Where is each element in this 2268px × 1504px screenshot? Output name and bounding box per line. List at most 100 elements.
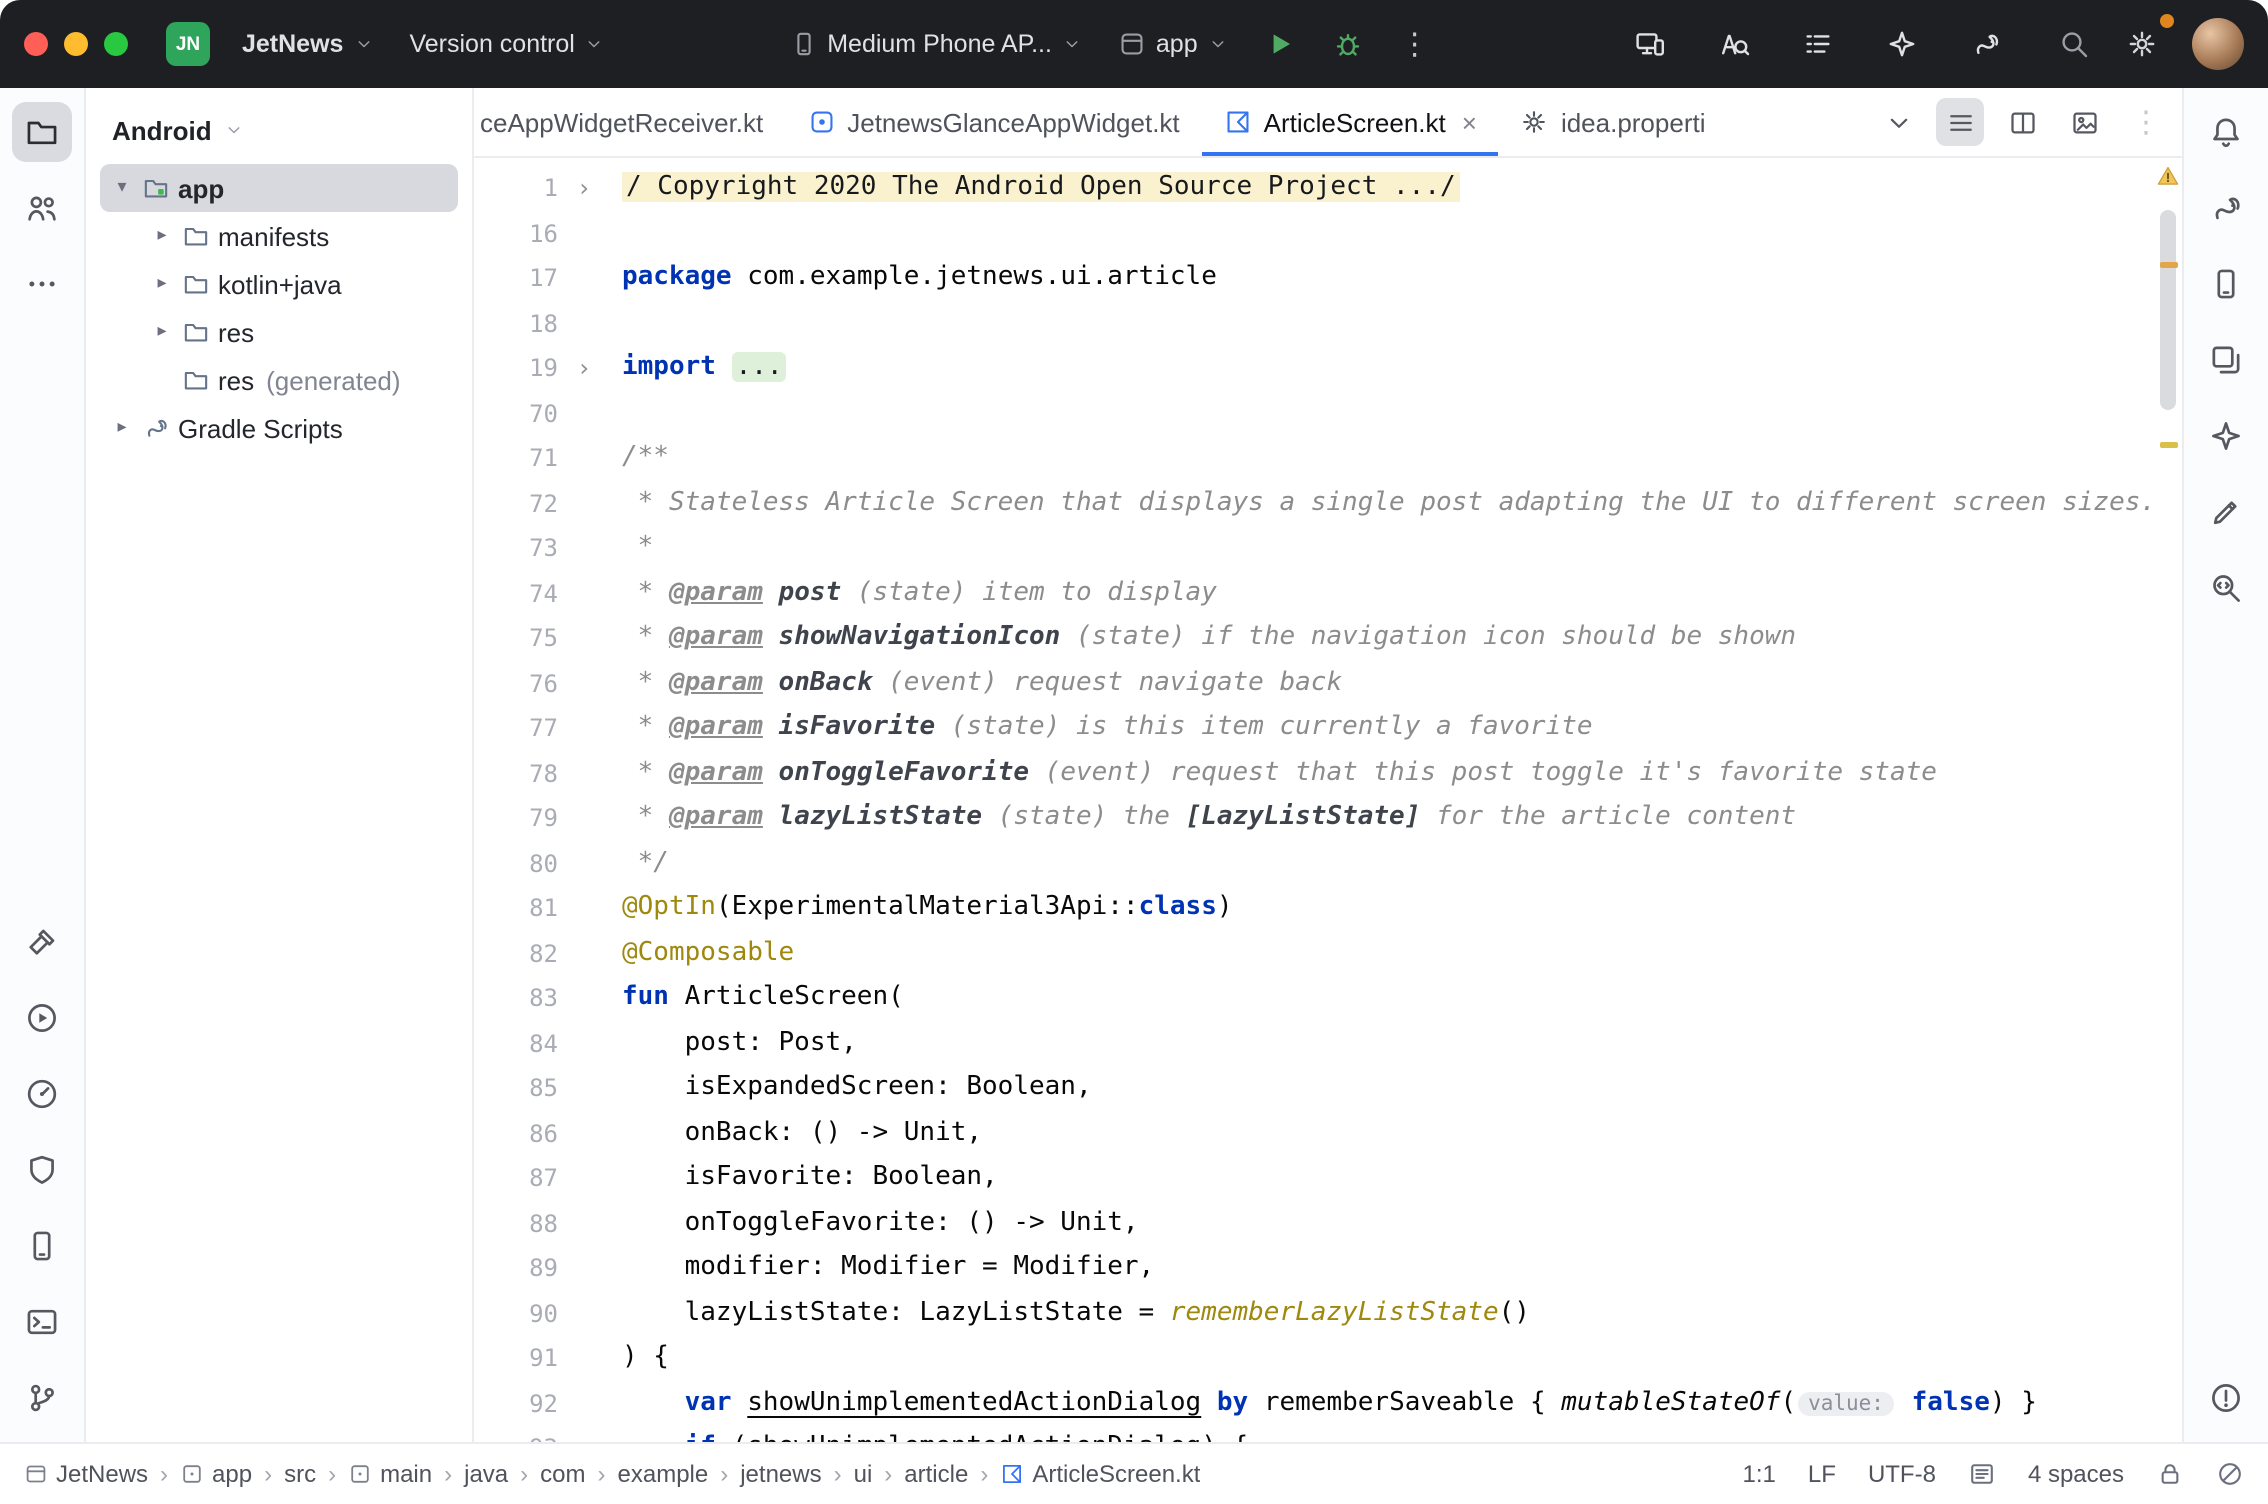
indent-widget[interactable]: 4 spaces [2028, 1460, 2124, 1488]
code-line-83[interactable]: 83fun ArticleScreen( [474, 976, 2154, 1021]
search-actions-button[interactable] [1704, 16, 1764, 72]
breadcrumb-main[interactable]: main [348, 1460, 432, 1488]
app-insights-tool-button[interactable] [2196, 558, 2256, 618]
editor-tab-ceappwidgetreceiver-kt[interactable]: ceAppWidgetReceiver.kt [474, 88, 785, 156]
user-avatar[interactable] [2192, 18, 2244, 70]
breadcrumb-src[interactable]: src [284, 1460, 316, 1488]
close-window-button[interactable] [24, 32, 48, 56]
line-number[interactable]: 93 [474, 1426, 558, 1442]
breadcrumb-ui[interactable]: ui [854, 1460, 873, 1488]
settings-button[interactable] [2112, 16, 2172, 72]
editor-tab-idea-properti[interactable]: idea.properti [1499, 88, 1728, 156]
inspection-warning-icon[interactable] [2156, 164, 2180, 188]
code-line-84[interactable]: 84 post: Post, [474, 1021, 2154, 1066]
profiler-tool-button[interactable] [12, 1064, 72, 1124]
reader-mode-icon[interactable] [1968, 1460, 1996, 1488]
code-line-1[interactable]: 1›/ Copyright 2020 The Android Open Sour… [474, 166, 2154, 211]
device-streaming-button[interactable] [1620, 16, 1680, 72]
code-line-79[interactable]: 79 * @param lazyListState (state) the [L… [474, 796, 2154, 841]
code-line-91[interactable]: 91) { [474, 1336, 2154, 1381]
editor-tab-articlescreen-kt[interactable]: ArticleScreen.kt× [1202, 88, 1499, 156]
line-number[interactable]: 77 [474, 706, 558, 751]
running-devices-tool-button[interactable] [2196, 254, 2256, 314]
code-line-89[interactable]: 89 modifier: Modifier = Modifier, [474, 1246, 2154, 1291]
tree-item-app[interactable]: ▾app [100, 164, 458, 212]
line-number[interactable]: 87 [474, 1156, 558, 1201]
line-number[interactable]: 72 [474, 481, 558, 526]
code-line-73[interactable]: 73 * [474, 526, 2154, 571]
code-line-16[interactable]: 16 [474, 211, 2154, 256]
code-line-92[interactable]: 92 var showUnimplementedActionDialog by … [474, 1381, 2154, 1426]
code-line-71[interactable]: 71/** [474, 436, 2154, 481]
editor-more-button[interactable]: ⋮ [2122, 98, 2170, 146]
warning-stripe-mark[interactable] [2160, 442, 2178, 448]
tree-item-gradle-scripts[interactable]: ▸Gradle Scripts [100, 404, 458, 452]
tree-item-manifests[interactable]: ▸manifests [100, 212, 458, 260]
run-tool-button[interactable] [12, 988, 72, 1048]
line-number[interactable]: 74 [474, 571, 558, 616]
code-line-88[interactable]: 88 onToggleFavorite: () -> Unit, [474, 1201, 2154, 1246]
encoding-widget[interactable]: UTF-8 [1868, 1460, 1936, 1488]
tree-item-kotlin-java[interactable]: ▸kotlin+java [100, 260, 458, 308]
line-number[interactable]: 76 [474, 661, 558, 706]
breadcrumb-com[interactable]: com [540, 1460, 585, 1488]
line-number[interactable]: 16 [474, 211, 558, 256]
code-line-86[interactable]: 86 onBack: () -> Unit, [474, 1111, 2154, 1156]
line-number[interactable]: 79 [474, 796, 558, 841]
version-control-tool-button[interactable] [12, 1368, 72, 1428]
device-manager-tool-button[interactable] [12, 1216, 72, 1276]
line-number[interactable]: 90 [474, 1291, 558, 1336]
hidden-tabs-button[interactable] [1874, 98, 1922, 146]
line-separator-widget[interactable]: LF [1808, 1460, 1836, 1488]
minimize-window-button[interactable] [64, 32, 88, 56]
notifications-tool-button[interactable] [2196, 102, 2256, 162]
line-number[interactable]: 89 [474, 1246, 558, 1291]
line-number[interactable]: 91 [474, 1336, 558, 1381]
problems-tool-button[interactable] [2196, 1368, 2256, 1428]
caret-position-widget[interactable]: 1:1 [1743, 1460, 1776, 1488]
line-number[interactable]: 92 [474, 1381, 558, 1426]
resource-manager-tool-button[interactable] [2196, 330, 2256, 390]
project-tool-button[interactable] [12, 102, 72, 162]
line-number[interactable]: 71 [474, 436, 558, 481]
code-line-80[interactable]: 80 */ [474, 841, 2154, 886]
code-line-75[interactable]: 75 * @param showNavigationIcon (state) i… [474, 616, 2154, 661]
scrollbar-thumb[interactable] [2160, 210, 2176, 410]
warning-stripe-mark[interactable] [2160, 262, 2178, 268]
code-line-17[interactable]: 17package com.example.jetnews.ui.article [474, 256, 2154, 301]
code-line-87[interactable]: 87 isFavorite: Boolean, [474, 1156, 2154, 1201]
chevron-collapsed-icon[interactable]: ▸ [150, 322, 174, 342]
line-number[interactable]: 83 [474, 976, 558, 1021]
breadcrumb-jetnews[interactable]: JetNews [24, 1460, 148, 1488]
code-line-85[interactable]: 85 isExpandedScreen: Boolean, [474, 1066, 2154, 1111]
code-line-19[interactable]: 19›import ... [474, 346, 2154, 391]
line-number[interactable]: 19 [474, 346, 558, 391]
task-list-button[interactable] [1788, 16, 1848, 72]
more-tool-windows-tool-button[interactable] [12, 254, 72, 314]
breadcrumb-java[interactable]: java [464, 1460, 508, 1488]
line-number[interactable]: 1 [474, 166, 558, 211]
terminal-tool-button[interactable] [12, 1292, 72, 1352]
line-number[interactable]: 80 [474, 841, 558, 886]
commit-tool-button[interactable] [12, 178, 72, 238]
code-line-72[interactable]: 72 * Stateless Article Screen that displ… [474, 481, 2154, 526]
debug-button[interactable] [1318, 16, 1378, 72]
line-number[interactable]: 88 [474, 1201, 558, 1246]
design-view-toggle[interactable] [2060, 98, 2108, 146]
code-line-74[interactable]: 74 * @param post (state) item to display [474, 571, 2154, 616]
line-number[interactable]: 70 [474, 391, 558, 436]
line-number[interactable]: 17 [474, 256, 558, 301]
live-edit-tool-button[interactable] [2196, 482, 2256, 542]
device-selector[interactable]: Medium Phone AP... [775, 16, 1096, 72]
code-view-toggle[interactable] [1936, 98, 1984, 146]
ai-assistant-button[interactable] [1872, 16, 1932, 72]
code-line-78[interactable]: 78 * @param onToggleFavorite (event) req… [474, 751, 2154, 796]
chevron-collapsed-icon[interactable]: ▸ [150, 226, 174, 246]
chevron-collapsed-icon[interactable]: ▸ [110, 418, 134, 438]
line-number[interactable]: 84 [474, 1021, 558, 1066]
line-number[interactable]: 75 [474, 616, 558, 661]
gradle-sync-button[interactable] [1956, 16, 2016, 72]
gemini-ai-tool-button[interactable] [2196, 406, 2256, 466]
build-tool-button[interactable] [12, 912, 72, 972]
search-everywhere-button[interactable] [2044, 16, 2104, 72]
